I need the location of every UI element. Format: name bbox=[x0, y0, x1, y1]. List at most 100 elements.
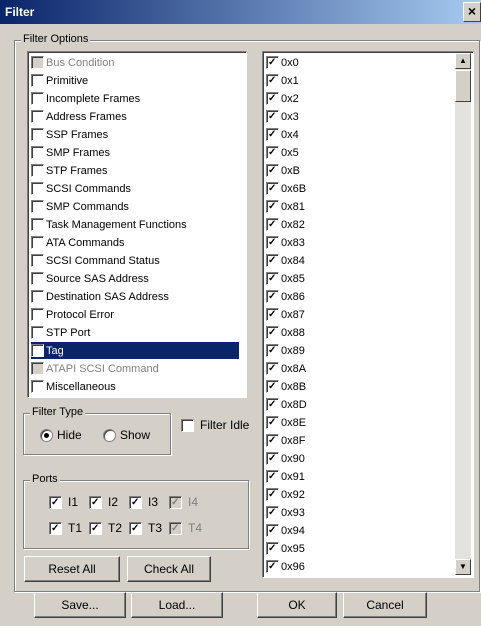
tag-checkbox[interactable] bbox=[266, 236, 279, 249]
filter-option-item[interactable]: Destination SAS Address bbox=[31, 288, 169, 305]
close-icon[interactable]: × bbox=[463, 2, 481, 22]
filter-option-item[interactable]: Incomplete Frames bbox=[31, 90, 140, 107]
reset-all-button[interactable]: Reset All bbox=[24, 556, 120, 582]
tag-checkbox[interactable] bbox=[266, 542, 279, 555]
tag-item[interactable]: 0x4 bbox=[266, 126, 299, 143]
tag-checkbox[interactable] bbox=[266, 524, 279, 537]
tag-checkbox[interactable] bbox=[266, 326, 279, 339]
filter-idle-box[interactable] bbox=[181, 418, 194, 432]
scroll-thumb[interactable] bbox=[455, 70, 471, 102]
filter-option-item[interactable]: Tag bbox=[31, 342, 239, 359]
filter-option-checkbox[interactable] bbox=[31, 92, 44, 105]
filter-option-item[interactable]: Source SAS Address bbox=[31, 270, 149, 287]
filter-option-checkbox[interactable] bbox=[31, 344, 44, 357]
filter-option-item[interactable]: SMP Frames bbox=[31, 144, 110, 161]
tag-item[interactable]: 0x94 bbox=[266, 522, 305, 539]
scroll-up-icon[interactable]: ▲ bbox=[455, 53, 471, 69]
port-box[interactable] bbox=[49, 495, 62, 509]
filter-option-checkbox[interactable] bbox=[31, 200, 44, 213]
tag-checkbox[interactable] bbox=[266, 92, 279, 105]
tag-checkbox[interactable] bbox=[266, 488, 279, 501]
tag-item[interactable]: 0x83 bbox=[266, 234, 305, 251]
filter-option-checkbox[interactable] bbox=[31, 290, 44, 303]
tag-item[interactable]: 0x90 bbox=[266, 450, 305, 467]
tag-item[interactable]: 0x93 bbox=[266, 504, 305, 521]
port-checkbox-i3[interactable]: I3 bbox=[129, 495, 158, 509]
filter-option-item[interactable]: Task Management Functions bbox=[31, 216, 187, 233]
filter-option-item[interactable]: Primitive bbox=[31, 72, 88, 89]
filter-option-item[interactable]: ATAPI SCSI Command bbox=[31, 360, 159, 377]
tag-checkbox[interactable] bbox=[266, 290, 279, 303]
filter-option-item[interactable]: Protocol Error bbox=[31, 306, 114, 323]
cancel-button[interactable]: Cancel bbox=[343, 592, 427, 618]
tag-item[interactable]: 0x0 bbox=[266, 54, 299, 71]
tag-item[interactable]: 0x5 bbox=[266, 144, 299, 161]
port-checkbox-t2[interactable]: T2 bbox=[89, 521, 122, 535]
tag-item[interactable]: 0x1 bbox=[266, 72, 299, 89]
tag-checkbox[interactable] bbox=[266, 254, 279, 267]
filter-option-checkbox[interactable] bbox=[31, 218, 44, 231]
filter-option-item[interactable]: STP Port bbox=[31, 324, 90, 341]
save-button[interactable]: Save... bbox=[34, 592, 126, 618]
port-box[interactable] bbox=[129, 521, 142, 535]
tag-checkbox[interactable] bbox=[266, 398, 279, 411]
tag-item[interactable]: 0x8D bbox=[266, 396, 307, 413]
filter-option-checkbox[interactable] bbox=[31, 56, 44, 69]
tag-item[interactable]: 0x8F bbox=[266, 432, 305, 449]
tag-checkbox[interactable] bbox=[266, 218, 279, 231]
tag-item[interactable]: 0x8E bbox=[266, 414, 306, 431]
filter-option-item[interactable]: SCSI Commands bbox=[31, 180, 131, 197]
tag-item[interactable]: 0x89 bbox=[266, 342, 305, 359]
tag-checkbox[interactable] bbox=[266, 470, 279, 483]
filter-option-checkbox[interactable] bbox=[31, 326, 44, 339]
filter-option-checkbox[interactable] bbox=[31, 74, 44, 87]
tag-list-scrollbar[interactable]: ▲ ▼ bbox=[455, 53, 471, 575]
hide-radio[interactable]: Hide bbox=[40, 428, 82, 442]
filter-option-item[interactable]: SCSI Command Status bbox=[31, 252, 160, 269]
tag-checkbox[interactable] bbox=[266, 56, 279, 69]
tag-item[interactable]: 0x82 bbox=[266, 216, 305, 233]
filter-option-item[interactable]: ATA Commands bbox=[31, 234, 124, 251]
port-box[interactable] bbox=[169, 521, 182, 535]
tag-item[interactable]: 0xB bbox=[266, 162, 300, 179]
tag-item[interactable]: 0x8B bbox=[266, 378, 306, 395]
filter-option-item[interactable]: Bus Condition bbox=[31, 54, 115, 71]
filter-option-item[interactable]: SMP Commands bbox=[31, 198, 129, 215]
tag-checkbox[interactable] bbox=[266, 164, 279, 177]
filter-option-checkbox[interactable] bbox=[31, 308, 44, 321]
tag-item[interactable]: 0x6B bbox=[266, 180, 306, 197]
port-checkbox-i2[interactable]: I2 bbox=[89, 495, 118, 509]
tag-checkbox[interactable] bbox=[266, 416, 279, 429]
filter-option-item[interactable]: Address Frames bbox=[31, 108, 127, 125]
tag-item[interactable]: 0x88 bbox=[266, 324, 305, 341]
tag-checkbox[interactable] bbox=[266, 182, 279, 195]
filter-option-item[interactable]: SSP Frames bbox=[31, 126, 108, 143]
tag-checkbox[interactable] bbox=[266, 362, 279, 375]
filter-option-item[interactable]: Miscellaneous bbox=[31, 378, 116, 395]
port-checkbox-i1[interactable]: I1 bbox=[49, 495, 78, 509]
load-button[interactable]: Load... bbox=[131, 592, 223, 618]
filter-idle-checkbox[interactable]: Filter Idle bbox=[181, 418, 249, 432]
scroll-down-icon[interactable]: ▼ bbox=[455, 559, 471, 575]
port-box[interactable] bbox=[129, 495, 142, 509]
tag-checkbox[interactable] bbox=[266, 146, 279, 159]
ok-button[interactable]: OK bbox=[257, 592, 337, 618]
tag-list[interactable]: ▲ ▼ 0x0 0x1 0x2 0x3 0x4 0x5 0xB 0x6B 0x81 0x82 0x8… bbox=[262, 51, 474, 578]
tag-checkbox[interactable] bbox=[266, 380, 279, 393]
filter-option-checkbox[interactable] bbox=[31, 128, 44, 141]
tag-checkbox[interactable] bbox=[266, 452, 279, 465]
filter-options-list[interactable]: Bus Condition Primitive Incomplete Frames A… bbox=[27, 51, 247, 398]
filter-option-checkbox[interactable] bbox=[31, 272, 44, 285]
tag-checkbox[interactable] bbox=[266, 560, 279, 573]
hide-radio-button[interactable] bbox=[40, 428, 53, 442]
tag-item[interactable]: 0x91 bbox=[266, 468, 305, 485]
tag-item[interactable]: 0x85 bbox=[266, 270, 305, 287]
port-checkbox-t1[interactable]: T1 bbox=[49, 521, 82, 535]
tag-checkbox[interactable] bbox=[266, 272, 279, 285]
tag-item[interactable]: 0x95 bbox=[266, 540, 305, 557]
filter-option-checkbox[interactable] bbox=[31, 182, 44, 195]
port-checkbox-i4[interactable]: I4 bbox=[169, 495, 198, 509]
filter-option-checkbox[interactable] bbox=[31, 362, 44, 375]
check-all-button[interactable]: Check All bbox=[127, 556, 211, 582]
tag-item[interactable]: 0x96 bbox=[266, 558, 305, 575]
